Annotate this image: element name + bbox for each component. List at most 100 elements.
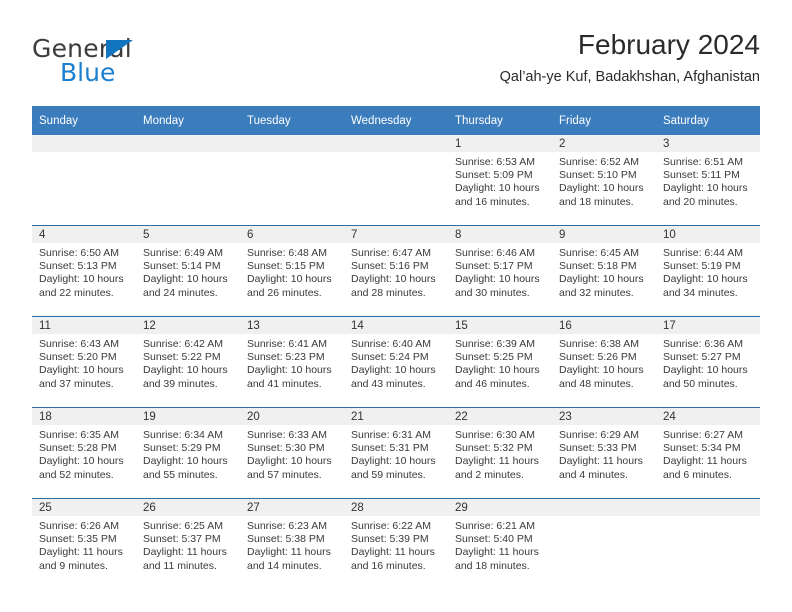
daylight-text-line1: Daylight: 10 hours <box>247 455 332 468</box>
calendar-cell[interactable]: 5 Sunrise: 6:49 AM Sunset: 5:14 PM Daylight… <box>136 225 240 317</box>
calendar-cell[interactable] <box>32 135 136 226</box>
day-number: 8 <box>448 226 552 243</box>
day-number <box>344 135 448 152</box>
day-cell[interactable]: 4 Sunrise: 6:50 AM Sunset: 5:13 PM Daylight… <box>32 226 136 316</box>
calendar-body: 1 Sunrise: 6:53 AM Sunset: 5:09 PM Daylight… <box>32 135 760 589</box>
day-cell[interactable]: 13 Sunrise: 6:41 AM Sunset: 5:23 PM Dayligh… <box>240 317 344 407</box>
calendar-cell[interactable]: 10 Sunrise: 6:44 AM Sunset: 5:19 PM Dayligh… <box>656 225 760 317</box>
calendar-cell[interactable]: 22 Sunrise: 6:30 AM Sunset: 5:32 PM Dayligh… <box>448 407 552 499</box>
weekday-header-friday: Friday <box>552 106 656 135</box>
calendar-cell[interactable] <box>136 135 240 226</box>
logo-text-blue: Blue <box>60 58 116 87</box>
day-cell[interactable]: 12 Sunrise: 6:42 AM Sunset: 5:22 PM Dayligh… <box>136 317 240 407</box>
day-details: Sunrise: 6:31 AM Sunset: 5:31 PM Daylight:… <box>344 425 448 482</box>
day-details: Sunrise: 6:47 AM Sunset: 5:16 PM Daylight:… <box>344 243 448 300</box>
day-cell[interactable]: 3 Sunrise: 6:51 AM Sunset: 5:11 PM Daylight… <box>656 135 760 225</box>
calendar-cell[interactable]: 9 Sunrise: 6:45 AM Sunset: 5:18 PM Daylight… <box>552 225 656 317</box>
day-cell[interactable]: 9 Sunrise: 6:45 AM Sunset: 5:18 PM Daylight… <box>552 226 656 316</box>
daylight-text-line1: Daylight: 11 hours <box>455 546 539 559</box>
calendar-cell[interactable]: 18 Sunrise: 6:35 AM Sunset: 5:28 PM Dayligh… <box>32 407 136 499</box>
calendar-cell[interactable]: 15 Sunrise: 6:39 AM Sunset: 5:25 PM Dayligh… <box>448 316 552 408</box>
month-calendar-table: Sunday Monday Tuesday Wednesday Thursday… <box>32 106 760 589</box>
daylight-text-line2: and 39 minutes. <box>143 377 218 390</box>
sunset-text: Sunset: 5:09 PM <box>455 169 533 182</box>
daylight-text-line2: and 18 minutes. <box>455 559 530 572</box>
day-cell[interactable] <box>240 135 344 225</box>
sunset-text: Sunset: 5:18 PM <box>559 260 637 273</box>
day-cell[interactable]: 8 Sunrise: 6:46 AM Sunset: 5:17 PM Daylight… <box>448 226 552 316</box>
daylight-text-line1: Daylight: 10 hours <box>143 455 228 468</box>
calendar-cell[interactable]: 14 Sunrise: 6:40 AM Sunset: 5:24 PM Dayligh… <box>344 316 448 408</box>
day-cell[interactable]: 25 Sunrise: 6:26 AM Sunset: 5:35 PM Dayligh… <box>32 499 136 589</box>
day-cell[interactable]: 5 Sunrise: 6:49 AM Sunset: 5:14 PM Daylight… <box>136 226 240 316</box>
calendar-cell[interactable]: 6 Sunrise: 6:48 AM Sunset: 5:15 PM Daylight… <box>240 225 344 317</box>
calendar-cell[interactable]: 12 Sunrise: 6:42 AM Sunset: 5:22 PM Dayligh… <box>136 316 240 408</box>
day-cell[interactable]: 20 Sunrise: 6:33 AM Sunset: 5:30 PM Dayligh… <box>240 408 344 498</box>
calendar-cell[interactable]: 7 Sunrise: 6:47 AM Sunset: 5:16 PM Daylight… <box>344 225 448 317</box>
calendar-cell[interactable]: 25 Sunrise: 6:26 AM Sunset: 5:35 PM Dayligh… <box>32 498 136 589</box>
daylight-text-line2: and 26 minutes. <box>247 286 322 299</box>
day-cell[interactable]: 17 Sunrise: 6:36 AM Sunset: 5:27 PM Dayligh… <box>656 317 760 407</box>
day-cell[interactable]: 23 Sunrise: 6:29 AM Sunset: 5:33 PM Dayligh… <box>552 408 656 498</box>
day-cell[interactable]: 19 Sunrise: 6:34 AM Sunset: 5:29 PM Dayligh… <box>136 408 240 498</box>
calendar-cell[interactable]: 1 Sunrise: 6:53 AM Sunset: 5:09 PM Daylight… <box>448 135 552 226</box>
day-cell[interactable]: 22 Sunrise: 6:30 AM Sunset: 5:32 PM Dayligh… <box>448 408 552 498</box>
daylight-text-line1: Daylight: 10 hours <box>247 364 332 377</box>
sunrise-text: Sunrise: 6:29 AM <box>559 429 639 441</box>
calendar-cell[interactable]: 4 Sunrise: 6:50 AM Sunset: 5:13 PM Daylight… <box>32 225 136 317</box>
weekday-header-monday: Monday <box>136 106 240 135</box>
day-cell[interactable]: 10 Sunrise: 6:44 AM Sunset: 5:19 PM Dayligh… <box>656 226 760 316</box>
calendar-cell[interactable] <box>344 135 448 226</box>
day-cell[interactable]: 26 Sunrise: 6:25 AM Sunset: 5:37 PM Dayligh… <box>136 499 240 589</box>
calendar-cell[interactable] <box>656 498 760 589</box>
calendar-cell[interactable]: 24 Sunrise: 6:27 AM Sunset: 5:34 PM Dayligh… <box>656 407 760 499</box>
calendar-cell[interactable]: 3 Sunrise: 6:51 AM Sunset: 5:11 PM Daylight… <box>656 135 760 226</box>
day-number: 2 <box>552 135 656 152</box>
day-details: Sunrise: 6:43 AM Sunset: 5:20 PM Daylight:… <box>32 334 136 391</box>
calendar-cell[interactable]: 23 Sunrise: 6:29 AM Sunset: 5:33 PM Dayligh… <box>552 407 656 499</box>
day-cell[interactable]: 11 Sunrise: 6:43 AM Sunset: 5:20 PM Dayligh… <box>32 317 136 407</box>
sunset-text: Sunset: 5:10 PM <box>559 169 637 182</box>
calendar-cell[interactable]: 13 Sunrise: 6:41 AM Sunset: 5:23 PM Dayligh… <box>240 316 344 408</box>
sunrise-text: Sunrise: 6:44 AM <box>663 247 743 259</box>
day-cell[interactable]: 7 Sunrise: 6:47 AM Sunset: 5:16 PM Daylight… <box>344 226 448 316</box>
calendar-cell[interactable] <box>240 135 344 226</box>
calendar-cell[interactable]: 19 Sunrise: 6:34 AM Sunset: 5:29 PM Dayligh… <box>136 407 240 499</box>
day-cell[interactable] <box>656 499 760 589</box>
daylight-text-line1: Daylight: 10 hours <box>143 364 228 377</box>
calendar-cell[interactable]: 21 Sunrise: 6:31 AM Sunset: 5:31 PM Dayligh… <box>344 407 448 499</box>
sunset-text: Sunset: 5:32 PM <box>455 442 533 455</box>
calendar-cell[interactable]: 17 Sunrise: 6:36 AM Sunset: 5:27 PM Dayligh… <box>656 316 760 408</box>
calendar-cell[interactable]: 11 Sunrise: 6:43 AM Sunset: 5:20 PM Dayligh… <box>32 316 136 408</box>
calendar-cell[interactable]: 27 Sunrise: 6:23 AM Sunset: 5:38 PM Dayligh… <box>240 498 344 589</box>
calendar-cell[interactable]: 28 Sunrise: 6:22 AM Sunset: 5:39 PM Dayligh… <box>344 498 448 589</box>
day-details: Sunrise: 6:48 AM Sunset: 5:15 PM Daylight:… <box>240 243 344 300</box>
day-cell[interactable]: 29 Sunrise: 6:21 AM Sunset: 5:40 PM Dayligh… <box>448 499 552 589</box>
day-cell[interactable]: 6 Sunrise: 6:48 AM Sunset: 5:15 PM Daylight… <box>240 226 344 316</box>
day-cell[interactable]: 18 Sunrise: 6:35 AM Sunset: 5:28 PM Dayligh… <box>32 408 136 498</box>
calendar-cell[interactable]: 8 Sunrise: 6:46 AM Sunset: 5:17 PM Daylight… <box>448 225 552 317</box>
day-cell[interactable] <box>32 135 136 225</box>
day-cell[interactable] <box>552 499 656 589</box>
sunset-text: Sunset: 5:28 PM <box>39 442 117 455</box>
day-cell[interactable]: 14 Sunrise: 6:40 AM Sunset: 5:24 PM Dayligh… <box>344 317 448 407</box>
calendar-cell[interactable]: 29 Sunrise: 6:21 AM Sunset: 5:40 PM Dayligh… <box>448 498 552 589</box>
calendar-cell[interactable]: 20 Sunrise: 6:33 AM Sunset: 5:30 PM Dayligh… <box>240 407 344 499</box>
day-cell[interactable]: 28 Sunrise: 6:22 AM Sunset: 5:39 PM Dayligh… <box>344 499 448 589</box>
day-cell[interactable]: 24 Sunrise: 6:27 AM Sunset: 5:34 PM Dayligh… <box>656 408 760 498</box>
daylight-text-line2: and 16 minutes. <box>351 559 426 572</box>
day-cell[interactable] <box>136 135 240 225</box>
day-cell[interactable]: 15 Sunrise: 6:39 AM Sunset: 5:25 PM Dayligh… <box>448 317 552 407</box>
day-cell[interactable]: 16 Sunrise: 6:38 AM Sunset: 5:26 PM Dayligh… <box>552 317 656 407</box>
day-cell[interactable]: 1 Sunrise: 6:53 AM Sunset: 5:09 PM Daylight… <box>448 135 552 225</box>
calendar-cell[interactable] <box>552 498 656 589</box>
day-cell[interactable] <box>344 135 448 225</box>
sunset-text: Sunset: 5:24 PM <box>351 351 429 364</box>
calendar-cell[interactable]: 2 Sunrise: 6:52 AM Sunset: 5:10 PM Daylight… <box>552 135 656 226</box>
calendar-cell[interactable]: 16 Sunrise: 6:38 AM Sunset: 5:26 PM Dayligh… <box>552 316 656 408</box>
day-cell[interactable]: 21 Sunrise: 6:31 AM Sunset: 5:31 PM Dayligh… <box>344 408 448 498</box>
day-cell[interactable]: 2 Sunrise: 6:52 AM Sunset: 5:10 PM Daylight… <box>552 135 656 225</box>
calendar-cell[interactable]: 26 Sunrise: 6:25 AM Sunset: 5:37 PM Dayligh… <box>136 498 240 589</box>
day-cell[interactable]: 27 Sunrise: 6:23 AM Sunset: 5:38 PM Dayligh… <box>240 499 344 589</box>
daylight-text-line2: and 30 minutes. <box>455 286 530 299</box>
